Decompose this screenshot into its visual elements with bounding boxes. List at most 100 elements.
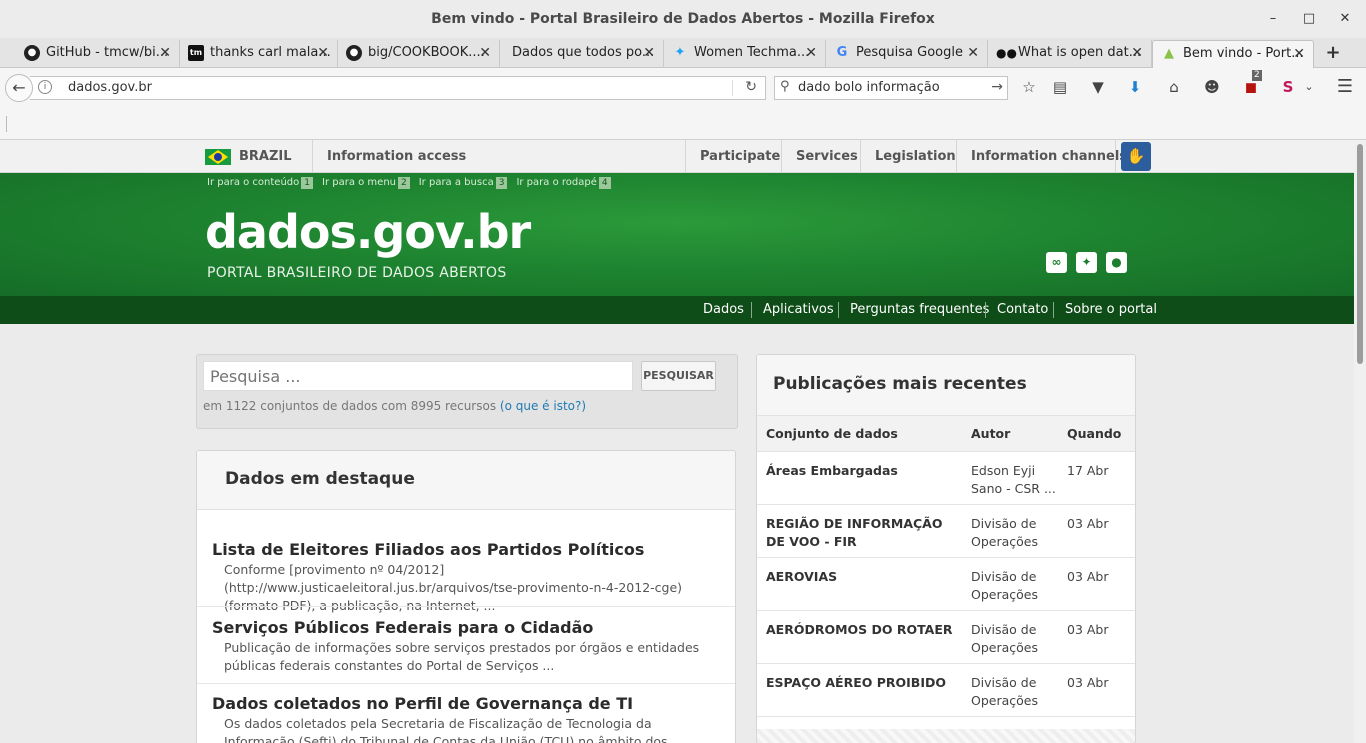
- gov-services-link[interactable]: Services: [796, 140, 858, 173]
- shortcut-key: 2: [398, 177, 410, 189]
- close-tab-icon[interactable]: ✕: [1131, 40, 1143, 66]
- maximize-button[interactable]: □: [1294, 0, 1324, 38]
- gov-information-access-link[interactable]: Information access: [327, 140, 466, 173]
- rss-icon[interactable]: ∞: [1046, 252, 1067, 273]
- close-tab-icon[interactable]: ✕: [967, 40, 979, 66]
- dataset-cell[interactable]: REGIÃO DE INFORMAÇÃO DE VOO - FIR: [757, 504, 971, 557]
- gov-country-link[interactable]: BRAZIL: [239, 140, 292, 173]
- close-tab-icon[interactable]: ✕: [317, 40, 329, 66]
- featured-item-title[interactable]: Dados coletados no Perfil de Governança …: [212, 694, 722, 713]
- twitter-icon[interactable]: ✦: [1076, 252, 1097, 273]
- back-button[interactable]: ←: [5, 74, 33, 102]
- tab-github-tmcw[interactable]: ● GitHub - tmcw/bi... ✕: [16, 40, 180, 68]
- search-button[interactable]: PESQUISAR: [641, 361, 716, 391]
- gov-bar: BRAZIL Information access Participate Se…: [0, 140, 1354, 173]
- close-tab-icon[interactable]: ✕: [805, 40, 817, 66]
- column-header-author: Autor: [971, 416, 1067, 452]
- menu-dados[interactable]: Dados: [703, 296, 744, 324]
- divider: [956, 140, 957, 173]
- shortcut-key: 4: [598, 177, 611, 189]
- tab-women-techma[interactable]: ✦ Women Techma... ✕: [664, 40, 826, 68]
- search-input[interactable]: [203, 361, 633, 391]
- menu-icon[interactable]: ☰: [1334, 76, 1356, 98]
- list-item[interactable]: Dados coletados no Perfil de Governança …: [212, 694, 722, 743]
- menu-perguntas-frequentes[interactable]: Perguntas frequentes: [850, 296, 989, 324]
- close-window-button[interactable]: ✕: [1330, 0, 1360, 38]
- recent-publications-panel: Publicações mais recentes Conjunto de da…: [756, 354, 1136, 743]
- featured-item-title[interactable]: Lista de Eleitores Filiados aos Partidos…: [212, 540, 722, 559]
- featured-item-title[interactable]: Serviços Públicos Federais para o Cidadã…: [212, 618, 722, 637]
- menu-aplicativos[interactable]: Aplicativos: [763, 296, 834, 324]
- gov-information-channels-link[interactable]: Information channels: [971, 140, 1127, 173]
- reload-icon[interactable]: ↻: [745, 79, 757, 95]
- scrollbar-thumb[interactable]: [1357, 144, 1363, 364]
- divider: [1115, 140, 1116, 173]
- minimize-button[interactable]: –: [1258, 0, 1288, 38]
- download-icon[interactable]: ⬇: [1124, 76, 1146, 98]
- chevron-down-icon[interactable]: ⌄: [1298, 76, 1320, 98]
- tab-bem-vindo[interactable]: ▲ Bem vindo - Port... ✕: [1152, 40, 1314, 69]
- gov-legislation-link[interactable]: Legislation: [875, 140, 956, 173]
- list-item[interactable]: Lista de Eleitores Filiados aos Partidos…: [212, 540, 722, 615]
- dataset-cell[interactable]: Áreas Embargadas: [757, 451, 971, 504]
- close-tab-icon[interactable]: ✕: [479, 40, 491, 66]
- tab-pesquisa-google[interactable]: G Pesquisa Google ✕: [826, 40, 988, 68]
- search-query: dado bolo informação: [798, 80, 940, 95]
- search-go-icon[interactable]: →: [991, 79, 1003, 95]
- table-row[interactable]: ESPAÇO AÉREO PROIBIDO Divisão de Operaçõ…: [757, 663, 1135, 716]
- close-tab-icon[interactable]: ✕: [159, 40, 171, 66]
- skip-to-content-link[interactable]: Ir para o conteúdo: [207, 177, 299, 188]
- skip-to-search-link[interactable]: Ir para a busca: [419, 177, 494, 188]
- tab-what-is-open-data[interactable]: ●●What is open dat... ✕: [988, 40, 1152, 68]
- dataset-cell[interactable]: AEROVIAS: [757, 557, 971, 610]
- close-tab-icon[interactable]: ✕: [643, 40, 655, 66]
- reading-list-icon[interactable]: ▤: [1049, 76, 1071, 98]
- site-title[interactable]: dados.gov.br: [205, 205, 531, 259]
- url-bar[interactable]: i dados.gov.br ↻: [30, 76, 766, 100]
- divider: [312, 140, 313, 173]
- table-row[interactable]: AEROVIAS Divisão de Operações 03 Abr: [757, 557, 1135, 610]
- divider: [860, 140, 861, 173]
- table-row[interactable]: AERÓDROMOS DO ROTAER Divisão de Operaçõe…: [757, 610, 1135, 663]
- skip-to-footer-link[interactable]: Ir para o rodapé: [516, 177, 596, 188]
- brazil-flag-icon: [205, 149, 231, 165]
- info-icon[interactable]: i: [38, 80, 52, 94]
- chat-icon[interactable]: ☻: [1201, 76, 1223, 98]
- dataset-cell[interactable]: ESPAÇO AÉREO PROIBIDO: [757, 663, 971, 716]
- divider: [197, 683, 735, 684]
- tab-cookbook[interactable]: ● big/COOKBOOK.... ✕: [338, 40, 500, 68]
- featured-item-description: Os dados coletados pela Secretaria de Fi…: [224, 716, 684, 743]
- github-icon[interactable]: ●: [1106, 252, 1127, 273]
- list-item[interactable]: Serviços Públicos Federais para o Cidadã…: [212, 618, 722, 675]
- accessibility-sign-language-icon[interactable]: ✋: [1121, 142, 1151, 171]
- home-icon[interactable]: ⌂: [1163, 76, 1185, 98]
- ublock-icon[interactable]: ◼ 2: [1240, 70, 1262, 98]
- tab-thanks-carl[interactable]: tm thanks carl mala... ✕: [180, 40, 338, 68]
- table-row[interactable]: REGIÃO DE INFORMAÇÃO DE VOO - FIR Divisã…: [757, 504, 1135, 557]
- when-cell: 03 Abr: [1067, 674, 1109, 690]
- pocket-icon[interactable]: ▼: [1087, 76, 1109, 98]
- tab-label: Women Techma...: [694, 45, 810, 60]
- search-bar[interactable]: ⚲ dado bolo informação →: [774, 76, 1008, 100]
- column-header-when: Quando: [1067, 416, 1135, 452]
- tab-label: thanks carl mala...: [210, 45, 331, 60]
- menu-contato[interactable]: Contato: [997, 296, 1048, 324]
- skip-to-menu-link[interactable]: Ir para o menu: [322, 177, 396, 188]
- tab-strip: ● GitHub - tmcw/bi... ✕ tm thanks carl mal…: [0, 38, 1366, 69]
- what-is-this-link[interactable]: (o que é isto?): [500, 399, 586, 413]
- close-tab-icon[interactable]: ✕: [1293, 41, 1305, 67]
- bookmark-star-icon[interactable]: ☆: [1018, 76, 1040, 98]
- tab-label: Bem vindo - Port...: [1183, 46, 1304, 61]
- dataset-cell[interactable]: AERÓDROMOS DO ROTAER: [757, 610, 971, 663]
- table-row[interactable]: Áreas Embargadas Edson Eyji Sano - CSR .…: [757, 451, 1135, 504]
- panel-footer-stripe: [757, 729, 1135, 743]
- tab-dados-que-todos[interactable]: Dados que todos po... ✕: [500, 40, 664, 68]
- s-extension-icon[interactable]: S: [1277, 76, 1299, 98]
- new-tab-button[interactable]: +: [1320, 38, 1346, 68]
- menu-sobre-o-portal[interactable]: Sobre o portal: [1065, 296, 1157, 324]
- column-header-dataset: Conjunto de dados: [757, 416, 971, 452]
- page-scrollbar[interactable]: [1354, 140, 1366, 743]
- github-icon: ●: [24, 44, 40, 61]
- when-cell: 03 Abr: [1067, 621, 1109, 637]
- gov-participate-link[interactable]: Participate: [700, 140, 780, 173]
